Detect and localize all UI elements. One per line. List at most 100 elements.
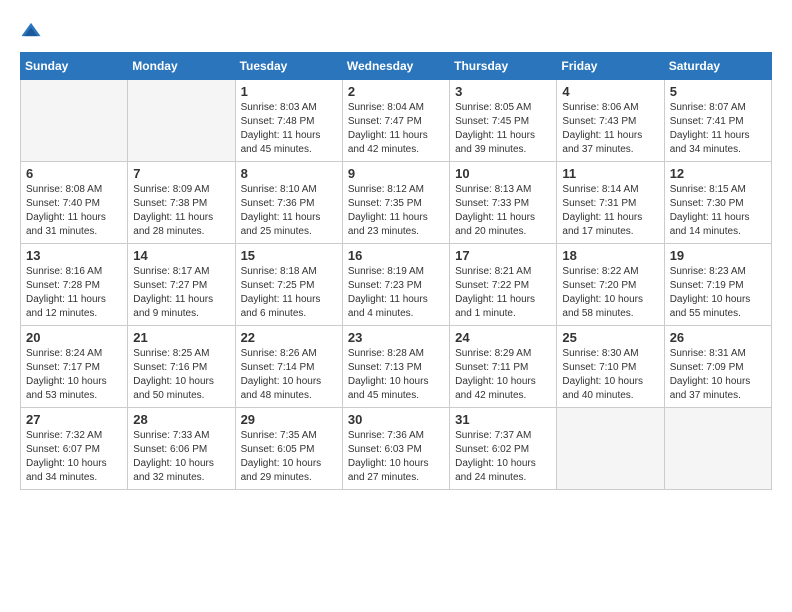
calendar-cell: 23Sunrise: 8:28 AM Sunset: 7:13 PM Dayli…	[342, 326, 449, 408]
calendar-cell: 6 Sunrise: 8:08 AM Sunset: 7:40 PM Daylig…	[21, 162, 128, 244]
day-number: 20	[26, 330, 122, 345]
weekday-header-sunday: Sunday	[21, 53, 128, 80]
week-row-3: 13 Sunrise: 8:16 AM Sunset: 7:28 PM Dayli…	[21, 244, 772, 326]
day-number: 13	[26, 248, 122, 263]
cell-text: Sunrise: 8:04 AM Sunset: 7:47 PM Dayligh…	[348, 101, 444, 157]
cell-text: Sunrise: 8:26 AM Sunset: 7:14 PM Dayligh…	[241, 347, 337, 403]
weekday-header-monday: Monday	[128, 53, 235, 80]
calendar-cell: 11 Sunrise: 8:14 AM Sunset: 7:31 PM Dayli…	[557, 162, 664, 244]
cell-text: Sunrise: 8:29 AM Sunset: 7:11 PM Dayligh…	[455, 347, 551, 403]
calendar-cell: 5Sunrise: 8:07 AM Sunset: 7:41 PM Daylig…	[664, 80, 771, 162]
cell-text: Sunrise: 8:17 AM Sunset: 7:27 PM Dayligh…	[133, 265, 229, 321]
day-number: 19	[670, 248, 766, 263]
day-number: 21	[133, 330, 229, 345]
cell-text: Sunrise: 8:13 AM Sunset: 7:33 PM Dayligh…	[455, 183, 551, 239]
day-number: 5	[670, 84, 766, 99]
logo-icon	[20, 20, 42, 42]
calendar-cell	[21, 80, 128, 162]
calendar-cell: 31 Sunrise: 7:37 AM Sunset: 6:02 PM Dayli…	[450, 408, 557, 490]
calendar-body: 1 Sunrise: 8:03 AM Sunset: 7:48 PM Daylig…	[21, 80, 772, 490]
week-row-1: 1 Sunrise: 8:03 AM Sunset: 7:48 PM Daylig…	[21, 80, 772, 162]
calendar-cell	[128, 80, 235, 162]
calendar-cell: 19Sunrise: 8:23 AM Sunset: 7:19 PM Dayli…	[664, 244, 771, 326]
weekday-row: SundayMondayTuesdayWednesdayThursdayFrid…	[21, 53, 772, 80]
cell-text: Sunrise: 8:16 AM Sunset: 7:28 PM Dayligh…	[26, 265, 122, 321]
calendar-cell	[664, 408, 771, 490]
cell-text: Sunrise: 8:21 AM Sunset: 7:22 PM Dayligh…	[455, 265, 551, 321]
calendar-cell: 28 Sunrise: 7:33 AM Sunset: 6:06 PM Dayli…	[128, 408, 235, 490]
calendar-cell: 13 Sunrise: 8:16 AM Sunset: 7:28 PM Dayli…	[21, 244, 128, 326]
calendar-cell: 20 Sunrise: 8:24 AM Sunset: 7:17 PM Dayli…	[21, 326, 128, 408]
weekday-header-thursday: Thursday	[450, 53, 557, 80]
cell-text: Sunrise: 7:37 AM Sunset: 6:02 PM Dayligh…	[455, 429, 551, 485]
day-number: 17	[455, 248, 551, 263]
calendar-cell: 27Sunrise: 7:32 AM Sunset: 6:07 PM Dayli…	[21, 408, 128, 490]
calendar-cell: 14 Sunrise: 8:17 AM Sunset: 7:27 PM Dayli…	[128, 244, 235, 326]
calendar-cell: 26 Sunrise: 8:31 AM Sunset: 7:09 PM Dayli…	[664, 326, 771, 408]
calendar-cell: 3Sunrise: 8:05 AM Sunset: 7:45 PM Daylig…	[450, 80, 557, 162]
cell-text: Sunrise: 8:06 AM Sunset: 7:43 PM Dayligh…	[562, 101, 658, 157]
day-number: 15	[241, 248, 337, 263]
cell-text: Sunrise: 8:24 AM Sunset: 7:17 PM Dayligh…	[26, 347, 122, 403]
calendar-cell: 10 Sunrise: 8:13 AM Sunset: 7:33 PM Dayli…	[450, 162, 557, 244]
calendar-cell: 30Sunrise: 7:36 AM Sunset: 6:03 PM Dayli…	[342, 408, 449, 490]
week-row-2: 6 Sunrise: 8:08 AM Sunset: 7:40 PM Daylig…	[21, 162, 772, 244]
calendar-cell: 7Sunrise: 8:09 AM Sunset: 7:38 PM Daylig…	[128, 162, 235, 244]
day-number: 25	[562, 330, 658, 345]
cell-text: Sunrise: 8:03 AM Sunset: 7:48 PM Dayligh…	[241, 101, 337, 157]
day-number: 12	[670, 166, 766, 181]
weekday-header-tuesday: Tuesday	[235, 53, 342, 80]
cell-text: Sunrise: 8:31 AM Sunset: 7:09 PM Dayligh…	[670, 347, 766, 403]
cell-text: Sunrise: 8:22 AM Sunset: 7:20 PM Dayligh…	[562, 265, 658, 321]
day-number: 3	[455, 84, 551, 99]
cell-text: Sunrise: 8:28 AM Sunset: 7:13 PM Dayligh…	[348, 347, 444, 403]
day-number: 16	[348, 248, 444, 263]
calendar-table: SundayMondayTuesdayWednesdayThursdayFrid…	[20, 52, 772, 490]
day-number: 26	[670, 330, 766, 345]
cell-text: Sunrise: 7:35 AM Sunset: 6:05 PM Dayligh…	[241, 429, 337, 485]
calendar-cell: 12 Sunrise: 8:15 AM Sunset: 7:30 PM Dayli…	[664, 162, 771, 244]
day-number: 9	[348, 166, 444, 181]
week-row-5: 27Sunrise: 7:32 AM Sunset: 6:07 PM Dayli…	[21, 408, 772, 490]
cell-text: Sunrise: 8:19 AM Sunset: 7:23 PM Dayligh…	[348, 265, 444, 321]
cell-text: Sunrise: 8:14 AM Sunset: 7:31 PM Dayligh…	[562, 183, 658, 239]
day-number: 1	[241, 84, 337, 99]
weekday-header-saturday: Saturday	[664, 53, 771, 80]
logo	[20, 20, 46, 42]
calendar-cell: 24 Sunrise: 8:29 AM Sunset: 7:11 PM Dayli…	[450, 326, 557, 408]
calendar-cell: 16 Sunrise: 8:19 AM Sunset: 7:23 PM Dayli…	[342, 244, 449, 326]
day-number: 8	[241, 166, 337, 181]
cell-text: Sunrise: 8:10 AM Sunset: 7:36 PM Dayligh…	[241, 183, 337, 239]
day-number: 14	[133, 248, 229, 263]
calendar-cell: 2 Sunrise: 8:04 AM Sunset: 7:47 PM Daylig…	[342, 80, 449, 162]
day-number: 4	[562, 84, 658, 99]
day-number: 27	[26, 412, 122, 427]
cell-text: Sunrise: 8:09 AM Sunset: 7:38 PM Dayligh…	[133, 183, 229, 239]
calendar-cell: 18 Sunrise: 8:22 AM Sunset: 7:20 PM Dayli…	[557, 244, 664, 326]
cell-text: Sunrise: 8:25 AM Sunset: 7:16 PM Dayligh…	[133, 347, 229, 403]
day-number: 29	[241, 412, 337, 427]
cell-text: Sunrise: 8:18 AM Sunset: 7:25 PM Dayligh…	[241, 265, 337, 321]
day-number: 6	[26, 166, 122, 181]
day-number: 18	[562, 248, 658, 263]
calendar-cell: 25 Sunrise: 8:30 AM Sunset: 7:10 PM Dayli…	[557, 326, 664, 408]
cell-text: Sunrise: 8:12 AM Sunset: 7:35 PM Dayligh…	[348, 183, 444, 239]
day-number: 10	[455, 166, 551, 181]
calendar-cell: 22Sunrise: 8:26 AM Sunset: 7:14 PM Dayli…	[235, 326, 342, 408]
cell-text: Sunrise: 8:15 AM Sunset: 7:30 PM Dayligh…	[670, 183, 766, 239]
day-number: 28	[133, 412, 229, 427]
calendar-cell: 8 Sunrise: 8:10 AM Sunset: 7:36 PM Daylig…	[235, 162, 342, 244]
cell-text: Sunrise: 8:30 AM Sunset: 7:10 PM Dayligh…	[562, 347, 658, 403]
cell-text: Sunrise: 7:33 AM Sunset: 6:06 PM Dayligh…	[133, 429, 229, 485]
day-number: 24	[455, 330, 551, 345]
calendar-cell: 15 Sunrise: 8:18 AM Sunset: 7:25 PM Dayli…	[235, 244, 342, 326]
day-number: 31	[455, 412, 551, 427]
calendar-cell: 4 Sunrise: 8:06 AM Sunset: 7:43 PM Daylig…	[557, 80, 664, 162]
cell-text: Sunrise: 8:08 AM Sunset: 7:40 PM Dayligh…	[26, 183, 122, 239]
calendar-cell: 29 Sunrise: 7:35 AM Sunset: 6:05 PM Dayli…	[235, 408, 342, 490]
day-number: 2	[348, 84, 444, 99]
calendar-cell	[557, 408, 664, 490]
calendar-cell: 17 Sunrise: 8:21 AM Sunset: 7:22 PM Dayli…	[450, 244, 557, 326]
day-number: 11	[562, 166, 658, 181]
page-header	[20, 20, 772, 42]
